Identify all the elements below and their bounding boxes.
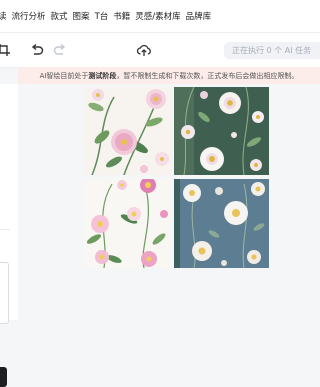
undo-icon[interactable]: [29, 42, 45, 58]
generated-image-2[interactable]: [174, 87, 269, 175]
nav-item-brand-library[interactable]: 品牌库: [186, 10, 217, 22]
nav-item-read[interactable]: 读: [0, 10, 12, 22]
canvas: [18, 84, 320, 320]
nav-item-inspiration-library[interactable]: 灵感/素材库: [135, 10, 185, 22]
generate-button[interactable]: [0, 367, 7, 387]
generated-image-3[interactable]: [84, 179, 172, 268]
cloud-upload-icon[interactable]: [136, 42, 152, 58]
top-nav: 读 流行分析 款式 图案 T台 书籍 灵感/素材库 品牌库: [0, 0, 320, 32]
nav-item-patterns[interactable]: 图案: [73, 10, 95, 22]
notice-prefix: AI智绘目前处于: [39, 71, 89, 80]
left-panel: [0, 84, 18, 387]
redo-icon[interactable]: [52, 42, 68, 58]
nav-item-books[interactable]: 书籍: [113, 10, 135, 22]
left-panel-divider: [0, 229, 10, 230]
toolbar: 正在执行 0 个 AI 任务: [0, 32, 320, 68]
prompt-input[interactable]: [0, 262, 9, 324]
ai-task-status: 正在执行 0 个 AI 任务: [224, 42, 320, 59]
nav-item-styles[interactable]: 款式: [51, 10, 73, 22]
nav-item-trend-analysis[interactable]: 流行分析: [12, 10, 51, 22]
test-phase-notice: AI智绘目前处于 测试阶段 ，暂不限制生成和下载次数，正式发布后会做出相应限制。: [18, 67, 320, 84]
crop-icon[interactable]: [0, 42, 12, 58]
notice-highlight: 测试阶段: [88, 71, 117, 80]
nav-item-runway[interactable]: T台: [95, 10, 114, 22]
notice-suffix: ，暂不限制生成和下载次数，正式发布后会做出相应限制。: [116, 71, 299, 80]
generated-image-4[interactable]: [174, 179, 269, 268]
generated-image-1[interactable]: [84, 87, 172, 175]
